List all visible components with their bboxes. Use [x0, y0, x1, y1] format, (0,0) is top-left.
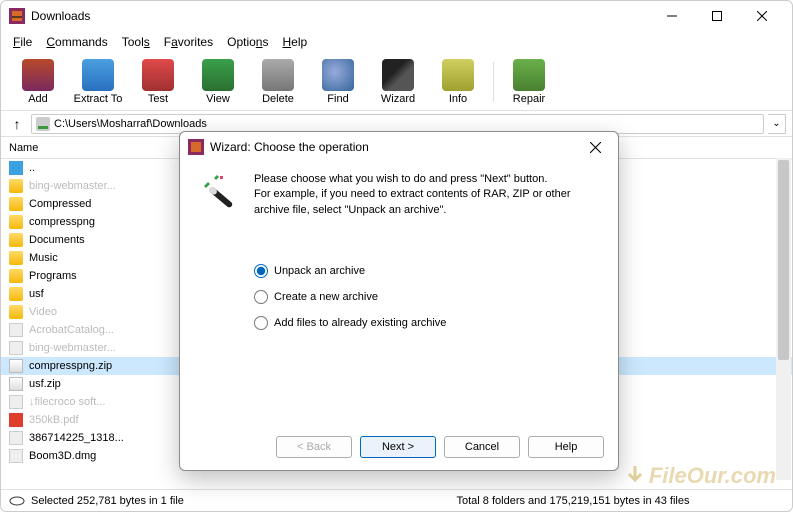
menu-help[interactable]: Help — [276, 33, 313, 51]
radio-group: Unpack an archive Create a new archive A… — [254, 258, 618, 336]
status-bar: Selected 252,781 bytes in 1 file Total 8… — [1, 489, 792, 511]
find-button[interactable]: Find — [309, 59, 367, 105]
toolbar-separator — [493, 62, 494, 102]
status-right: Total 8 folders and 175,219,151 bytes in… — [337, 495, 785, 507]
radio-create[interactable]: Create a new archive — [254, 284, 618, 310]
file-name: AcrobatCatalog... — [29, 324, 179, 336]
file-name: Video — [29, 306, 179, 318]
file-name: .. — [29, 162, 179, 174]
menu-tools[interactable]: Tools — [116, 33, 156, 51]
generic-icon — [9, 431, 23, 445]
pdf-icon — [9, 413, 23, 427]
app-icon — [9, 8, 25, 24]
generic-icon — [9, 395, 23, 409]
close-button[interactable] — [739, 2, 784, 30]
menu-options[interactable]: Options — [221, 33, 274, 51]
minimize-button[interactable] — [649, 2, 694, 30]
file-name: bing-webmaster... — [29, 180, 179, 192]
scrollbar-thumb[interactable] — [778, 160, 789, 360]
folder-icon — [9, 287, 23, 301]
wizard-button[interactable]: Wizard — [369, 59, 427, 105]
folder-icon — [9, 251, 23, 265]
view-button[interactable]: View — [189, 59, 247, 105]
back-button[interactable]: < Back — [276, 436, 352, 458]
menu-commands[interactable]: Commands — [40, 33, 113, 51]
info-button[interactable]: Info — [429, 59, 487, 105]
dialog-title-bar[interactable]: Wizard: Choose the operation — [180, 132, 618, 162]
file-name: usf — [29, 288, 179, 300]
repair-button[interactable]: Repair — [500, 59, 558, 105]
folder-icon — [9, 215, 23, 229]
delete-button[interactable]: Delete — [249, 59, 307, 105]
menu-bar: File Commands Tools Favorites Options He… — [1, 31, 792, 53]
cancel-button[interactable]: Cancel — [444, 436, 520, 458]
file-name: Programs — [29, 270, 179, 282]
maximize-button[interactable] — [694, 2, 739, 30]
file-name: Documents — [29, 234, 179, 246]
file-name: compresspng.zip — [29, 360, 179, 372]
path-dropdown[interactable]: ⌄ — [768, 114, 786, 134]
toolbar: Add Extract To Test View Delete Find Wiz… — [1, 53, 792, 111]
radio-add[interactable]: Add files to already existing archive — [254, 310, 618, 336]
scrollbar[interactable] — [776, 158, 791, 480]
file-name: ↓filecroco soft... — [29, 396, 179, 408]
file-name: Compressed — [29, 198, 179, 210]
file-name: usf.zip — [29, 378, 179, 390]
folder-icon — [9, 269, 23, 283]
up-icon — [9, 161, 23, 175]
watermark: FileOur.com — [623, 463, 776, 489]
disk-icon — [36, 117, 50, 131]
folder-icon — [9, 305, 23, 319]
folder-icon — [9, 233, 23, 247]
wizard-wand-icon — [198, 172, 246, 220]
generic-icon — [9, 449, 23, 463]
file-name: compresspng — [29, 216, 179, 228]
status-left: Selected 252,781 bytes in 1 file — [31, 495, 184, 507]
file-name: 386714225_1318... — [29, 432, 179, 444]
status-icon — [9, 496, 25, 506]
next-button[interactable]: Next > — [360, 436, 436, 458]
menu-favorites[interactable]: Favorites — [158, 33, 219, 51]
wizard-dialog: Wizard: Choose the operation Please choo… — [179, 131, 619, 471]
dialog-close-button[interactable] — [580, 132, 610, 162]
menu-file[interactable]: File — [7, 33, 38, 51]
folder-icon — [9, 179, 23, 193]
file-name: Music — [29, 252, 179, 264]
window-title: Downloads — [31, 9, 649, 23]
help-button[interactable]: Help — [528, 436, 604, 458]
dialog-title: Wizard: Choose the operation — [210, 140, 580, 154]
file-name: bing-webmaster... — [29, 342, 179, 354]
radio-unpack[interactable]: Unpack an archive — [254, 258, 618, 284]
add-button[interactable]: Add — [9, 59, 67, 105]
path-text: C:\Users\Mosharraf\Downloads — [54, 118, 207, 130]
extract-to-button[interactable]: Extract To — [69, 59, 127, 105]
dialog-icon — [188, 139, 204, 155]
zip-icon — [9, 377, 23, 391]
generic-icon — [9, 341, 23, 355]
dialog-text: Please choose what you wish to do and pr… — [254, 172, 600, 220]
folder-icon — [9, 197, 23, 211]
file-name: 350kB.pdf — [29, 414, 179, 426]
generic-icon — [9, 323, 23, 337]
zip-icon — [9, 359, 23, 373]
title-bar: Downloads — [1, 1, 792, 31]
file-name: Boom3D.dmg — [29, 450, 179, 462]
test-button[interactable]: Test — [129, 59, 187, 105]
column-name[interactable]: Name — [9, 142, 179, 154]
up-button[interactable]: ↑ — [7, 116, 27, 132]
